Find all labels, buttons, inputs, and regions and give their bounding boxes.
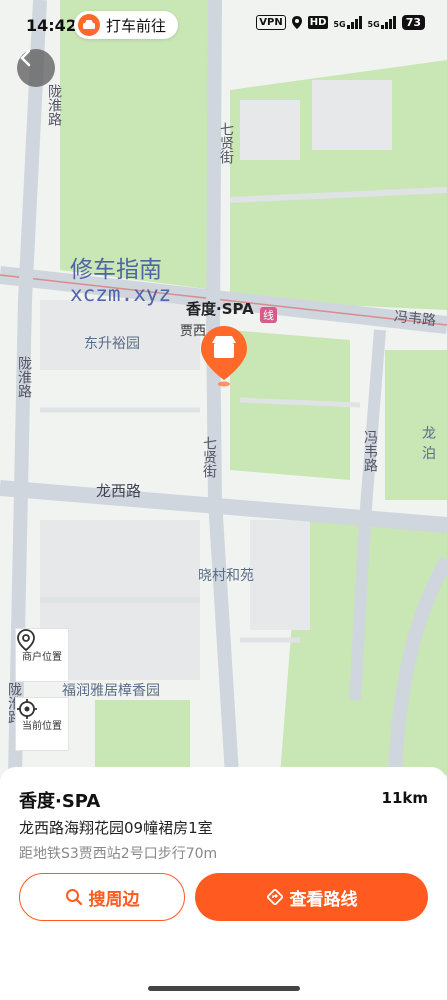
poi-metro-info: 距地铁S3贾西站2号口步行70m xyxy=(19,846,218,862)
poi-sheet: 香度·SPA 11km 龙西路海翔花园09幢裙房1室 距地铁S3贾西站2号口步行… xyxy=(0,767,447,1000)
road-label-fengwei-lower: 冯韦路 xyxy=(362,430,378,472)
view-route-label: 查看路线 xyxy=(289,889,358,910)
road-label-longhuai-middle: 陇淮路 xyxy=(16,356,32,398)
status-time: 14:42 xyxy=(26,16,77,35)
search-icon xyxy=(65,889,82,906)
place-label-dongsheng: 东升裕园 xyxy=(84,336,140,352)
place-label-long: 龙泊 xyxy=(422,426,436,462)
watermark-url: xczm.xyz xyxy=(70,282,172,306)
watermark-title: 修车指南 xyxy=(70,257,162,283)
poi-name: 香度·SPA xyxy=(19,791,101,812)
map-view[interactable]: 陇淮路 七贤街 冯韦路 陇淮路 七贤街 冯韦路 龙西路 陇淮路 东升裕园 贾西 … xyxy=(0,0,447,775)
back-button[interactable] xyxy=(17,49,55,87)
road-label-qixian-bottom: 七贤街 xyxy=(201,436,217,478)
road-label-longxi: 龙西路 xyxy=(96,482,142,500)
status-bar: 14:42 打车前往 VPN HD 5G 5G 73 xyxy=(0,0,447,52)
vpn-icon: VPN xyxy=(256,15,286,30)
location-icon xyxy=(291,16,302,29)
poi-distance: 11km xyxy=(381,789,428,807)
signal-5g-label-2: 5G xyxy=(367,20,380,29)
view-route-button[interactable]: 查看路线 xyxy=(195,873,428,921)
road-label-longhuai-upper: 陇淮路 xyxy=(46,84,62,126)
poi-address: 龙西路海翔花园09幢裙房1室 xyxy=(19,819,213,837)
pin-label: 香度·SPA xyxy=(186,300,254,318)
place-label-xiaocun: 晓村和苑 xyxy=(198,568,254,584)
current-location-button[interactable]: 当前位置 xyxy=(15,697,69,751)
system-icons: VPN HD 5G 5G 73 xyxy=(256,15,425,30)
search-around-button[interactable]: 搜周边 xyxy=(19,873,185,921)
taxi-button[interactable]: 打车前往 xyxy=(74,11,179,39)
road-label-fengwei-upper: 冯韦路 xyxy=(393,308,437,330)
shop-pin-icon xyxy=(201,326,247,387)
crosshair-icon xyxy=(17,699,37,719)
signal-icon-2: 5G xyxy=(368,16,397,29)
road-label-qixian-top: 七贤街 xyxy=(218,122,234,164)
watermark: 修车指南 xczm.xyz xyxy=(70,258,171,306)
home-indicator[interactable] xyxy=(148,986,300,991)
location-marker-icon xyxy=(17,629,35,651)
route-diamond-icon xyxy=(266,888,283,906)
merchant-location-button[interactable]: 商户位置 xyxy=(15,628,69,682)
metro-line-badge: 线 xyxy=(260,307,277,323)
signal-5g-label-1: 5G xyxy=(333,20,346,29)
taxi-icon xyxy=(78,14,100,36)
signal-icon-1: 5G xyxy=(333,16,362,29)
search-around-label: 搜周边 xyxy=(88,889,140,910)
hd-icon: HD xyxy=(307,16,329,29)
battery-icon: 73 xyxy=(401,15,425,30)
taxi-label: 打车前往 xyxy=(106,16,167,35)
place-label-furun: 福润雅居樟香园 xyxy=(62,683,160,699)
